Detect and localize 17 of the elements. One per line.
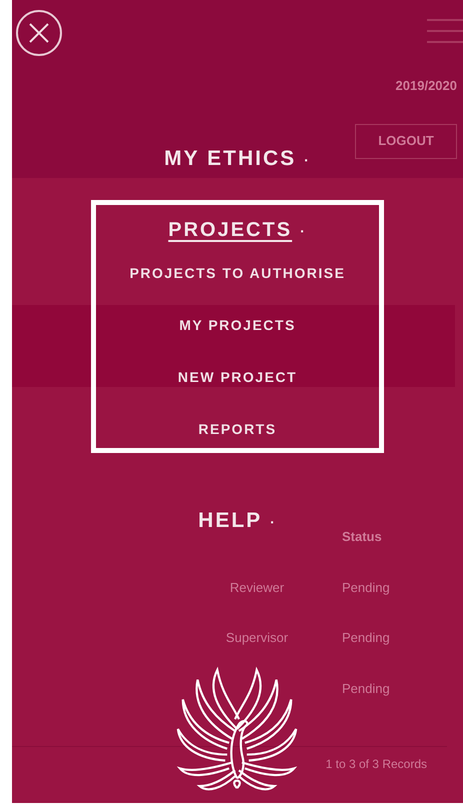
table-cell-text: Reviewer <box>228 578 286 596</box>
academic-year: 2019/2020 <box>396 77 457 95</box>
table-cell-text: Pending <box>341 629 391 647</box>
menu-item[interactable]: PROJECTS · <box>168 214 307 244</box>
close-icon <box>28 22 50 44</box>
submenu-item[interactable]: NEW PROJECT <box>178 366 298 388</box>
menu-item[interactable]: HELP · <box>198 504 277 536</box>
table-cell-text: Pending <box>341 680 391 698</box>
submenu-item[interactable]: PROJECTS TO AUTHORISE <box>130 262 346 284</box>
close-button[interactable] <box>16 10 62 56</box>
column-header: Status <box>341 528 383 546</box>
submenu-item[interactable]: REPORTS <box>198 418 277 440</box>
table-cell-text: Supervisor <box>224 629 290 647</box>
records-count: 1 to 3 of 3 Records <box>326 756 427 773</box>
menu-item[interactable]: MY ETHICS · <box>164 143 311 174</box>
table-cell-text: Pending <box>341 578 391 597</box>
submenu-item[interactable]: MY PROJECTS <box>179 314 296 336</box>
